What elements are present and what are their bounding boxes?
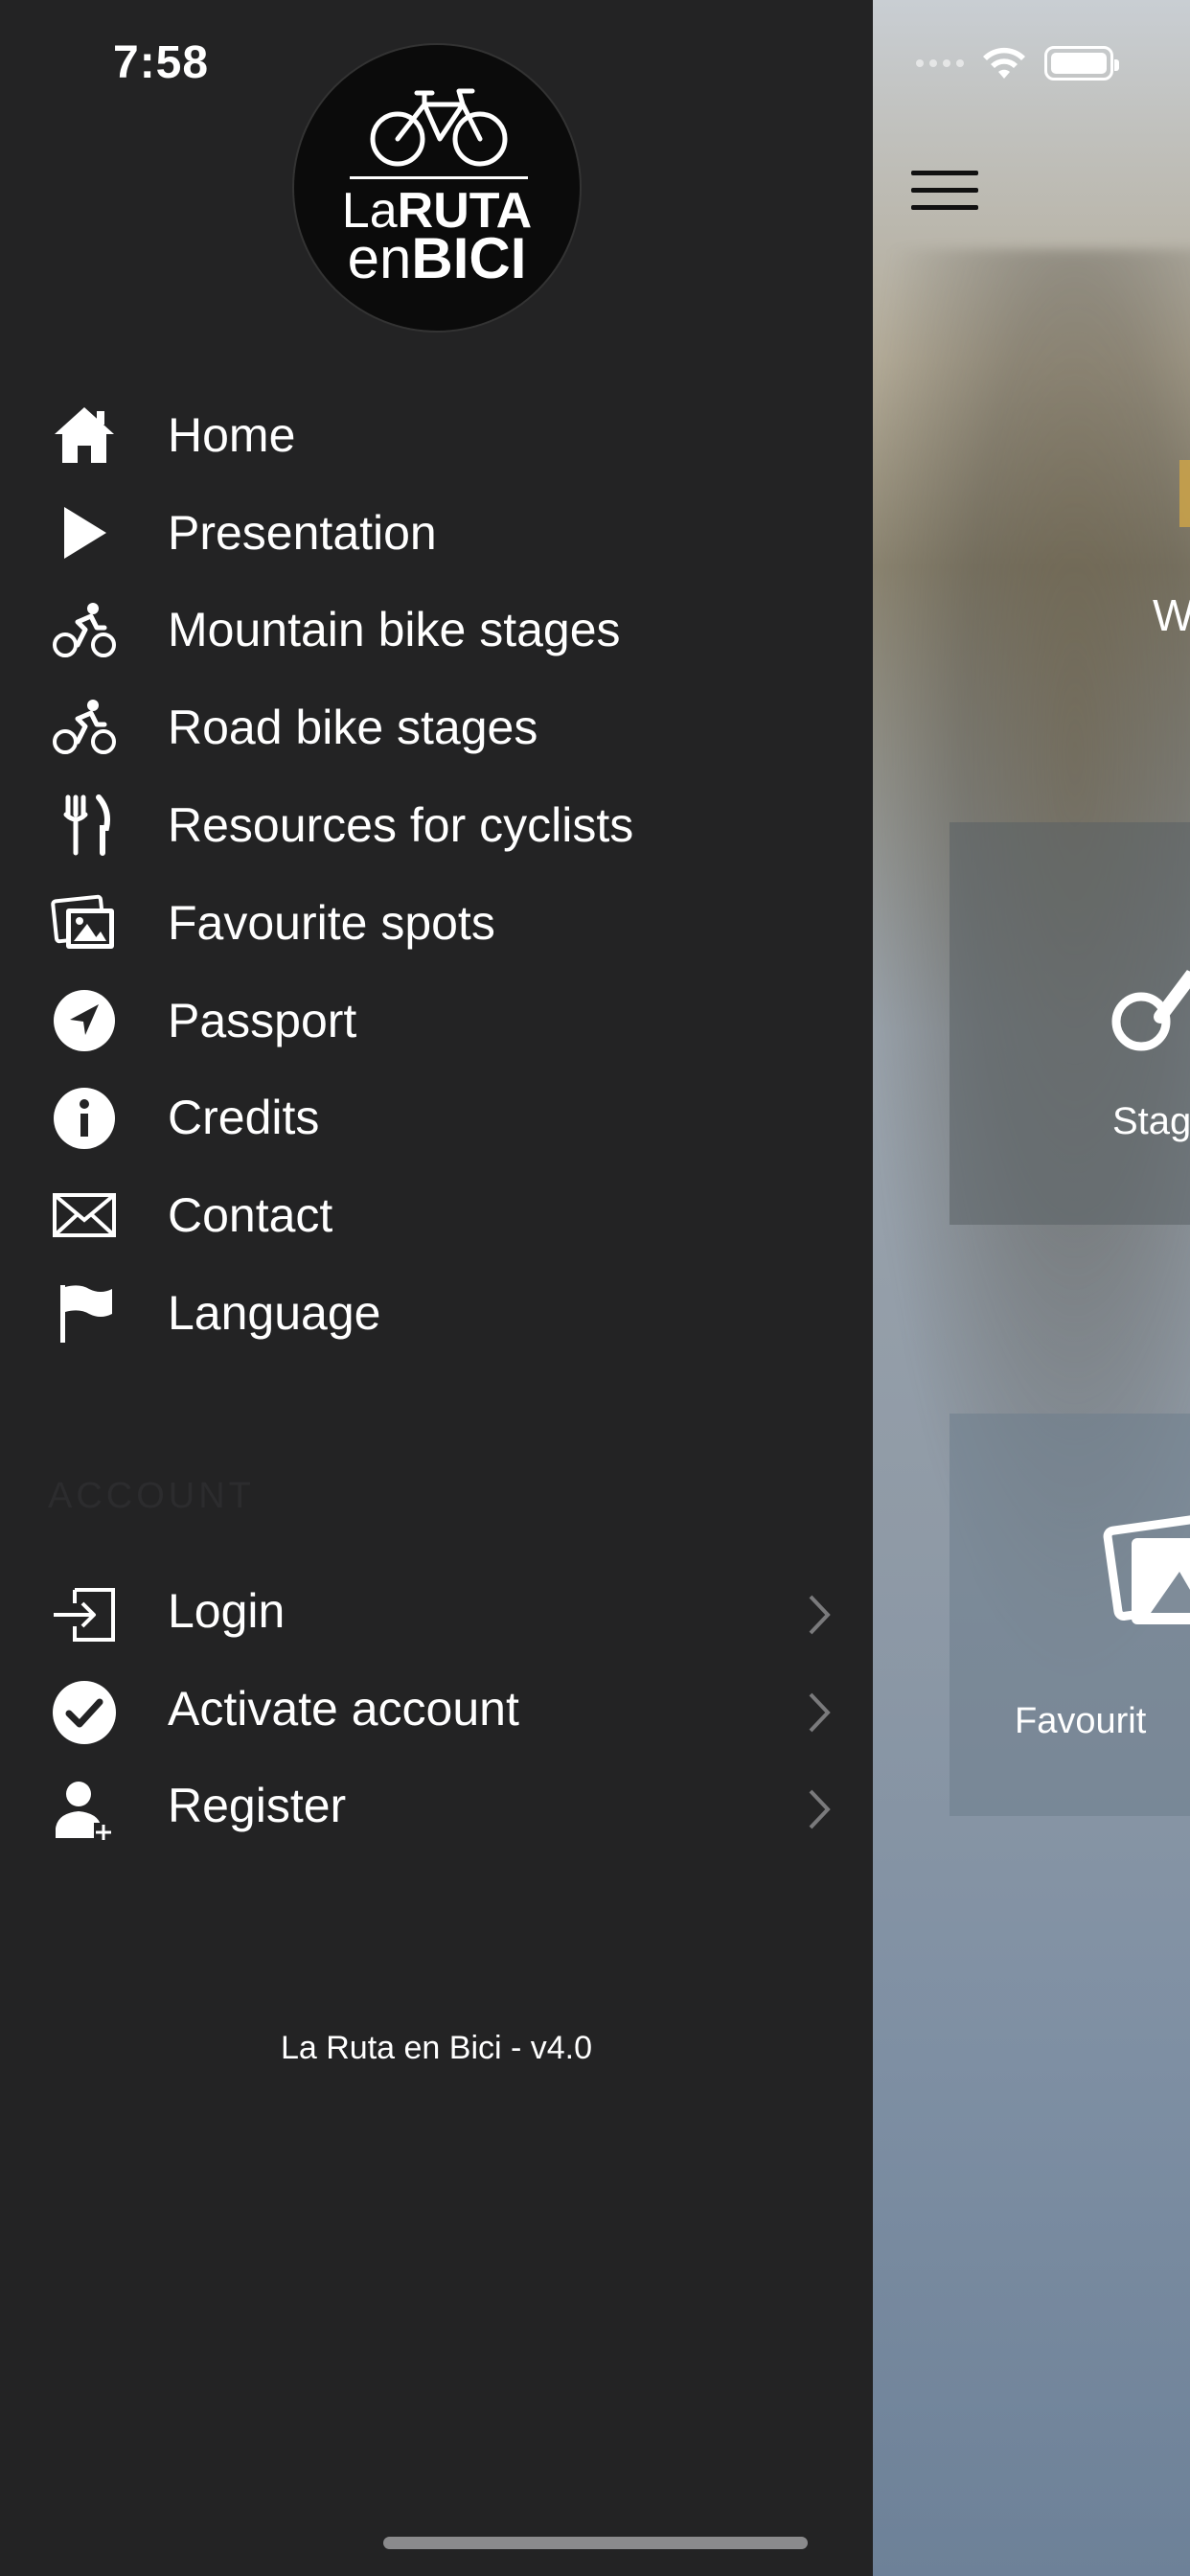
- check-circle-icon: [50, 1678, 119, 1747]
- photos-icon: [1103, 1513, 1190, 1624]
- menu-item-label: Passport: [168, 993, 357, 1047]
- favourites-tile[interactable]: Favourit: [950, 1414, 1190, 1816]
- account-menu: Login Activate account Register: [0, 1566, 873, 1858]
- menu-item-label: Road bike stages: [168, 701, 538, 755]
- chevron-right-icon: [809, 1789, 831, 1829]
- logo-divider: [350, 176, 528, 179]
- cyclist-icon: [50, 596, 119, 665]
- account-section-title: ACCOUNT: [48, 1476, 255, 1516]
- page-title-fragment: [1179, 460, 1190, 527]
- info-icon: [50, 1084, 119, 1153]
- menu-item-home[interactable]: Home: [0, 386, 873, 484]
- subtitle-fragment: W: [1153, 590, 1190, 640]
- home-icon: [50, 401, 119, 470]
- cyclist-icon: [50, 693, 119, 762]
- login-icon: [50, 1580, 119, 1649]
- favourites-tile-label: Favourit: [1015, 1701, 1147, 1741]
- photos-icon: [50, 888, 119, 957]
- home-screen-background: W Stag Favourit: [873, 0, 1190, 2576]
- app-logo: LaRUTA enBICI: [292, 43, 582, 333]
- menu-item-passport[interactable]: Passport: [0, 972, 873, 1070]
- menu-item-label: Resources for cyclists: [168, 798, 634, 853]
- menu-item-resources-for-cyclists[interactable]: Resources for cyclists: [0, 776, 873, 874]
- hamburger-menu-icon[interactable]: [911, 171, 978, 211]
- status-time: 7:58: [113, 37, 210, 88]
- status-bar-right: [916, 46, 1119, 80]
- menu-item-label: Contact: [168, 1188, 333, 1243]
- add-user-icon: [50, 1775, 119, 1844]
- stages-tile-label: Stag: [1112, 1100, 1190, 1142]
- battery-icon: [1044, 46, 1119, 80]
- menu-item-label: Credits: [168, 1091, 320, 1145]
- menu-item-contact[interactable]: Contact: [0, 1166, 873, 1264]
- menu-item-mountain-bike-stages[interactable]: Mountain bike stages: [0, 582, 873, 679]
- menu-item-presentation[interactable]: Presentation: [0, 484, 873, 582]
- cyclist-icon: [1111, 970, 1190, 1051]
- signal-icon: [916, 59, 964, 67]
- menu-item-label: Activate account: [168, 1681, 519, 1736]
- menu-item-label: Login: [168, 1584, 286, 1638]
- menu-item-label: Language: [168, 1286, 381, 1341]
- logo-line-2: enBICI: [347, 226, 527, 290]
- menu-item-favourite-spots[interactable]: Favourite spots: [0, 874, 873, 972]
- bicycle-icon: [370, 88, 508, 167]
- location-arrow-icon: [50, 986, 119, 1055]
- menu-item-language[interactable]: Language: [0, 1264, 873, 1362]
- home-indicator[interactable]: [383, 2537, 808, 2549]
- menu-item-register[interactable]: Register: [0, 1760, 873, 1858]
- menu-item-label: Mountain bike stages: [168, 603, 621, 657]
- menu-item-label: Home: [168, 407, 296, 462]
- menu-item-label: Presentation: [168, 505, 437, 560]
- menu-item-login[interactable]: Login: [0, 1566, 873, 1664]
- chevron-right-icon: [809, 1595, 831, 1635]
- side-drawer: 7:58 LaRUTA enBICI Home Presentation Mou…: [0, 0, 873, 2576]
- app-version: La Ruta en Bici - v4.0: [280, 2030, 593, 2066]
- wifi-icon: [983, 47, 1025, 79]
- flag-icon: [50, 1278, 119, 1347]
- stages-tile[interactable]: Stag: [950, 822, 1190, 1225]
- menu-item-label: Register: [168, 1779, 347, 1833]
- menu-item-road-bike-stages[interactable]: Road bike stages: [0, 678, 873, 776]
- chevron-right-icon: [809, 1692, 831, 1733]
- envelope-icon: [50, 1181, 119, 1250]
- utensils-icon: [50, 791, 119, 860]
- menu-item-label: Favourite spots: [168, 895, 495, 950]
- menu-item-credits[interactable]: Credits: [0, 1070, 873, 1167]
- menu-item-activate-account[interactable]: Activate account: [0, 1664, 873, 1761]
- main-menu: Home Presentation Mountain bike stages R…: [0, 386, 873, 1362]
- play-icon: [50, 498, 119, 567]
